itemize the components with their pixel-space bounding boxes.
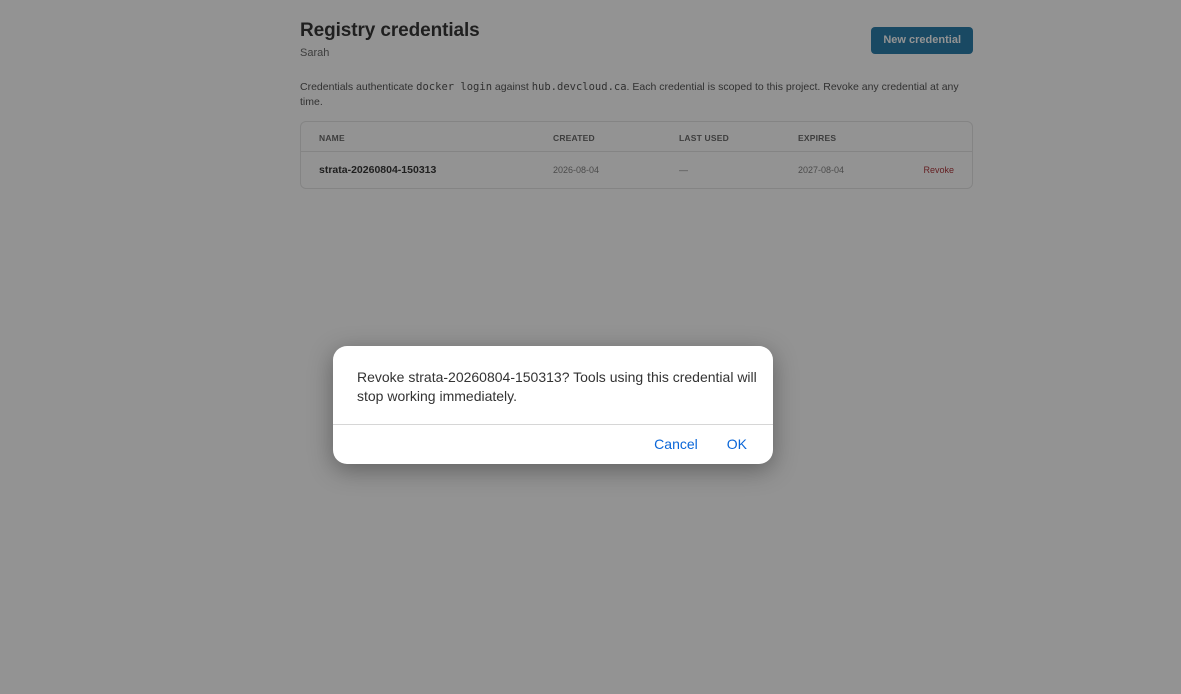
ok-button[interactable]: OK [727, 436, 747, 452]
dialog-actions: Cancel OK [654, 436, 747, 452]
dialog-message: Revoke strata-20260804-150313? Tools usi… [357, 369, 757, 404]
dialog-divider [333, 424, 773, 425]
cancel-button[interactable]: Cancel [654, 436, 698, 452]
confirm-dialog: Revoke strata-20260804-150313? Tools usi… [333, 346, 773, 464]
